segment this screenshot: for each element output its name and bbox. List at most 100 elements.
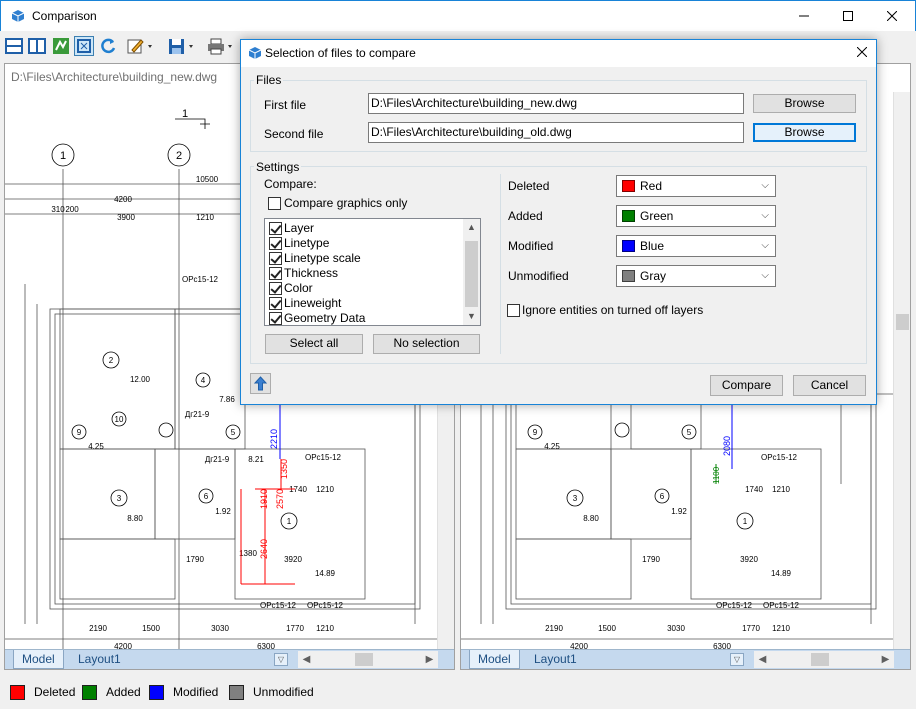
svg-text:1.92: 1.92 [671,507,687,516]
edit-dropdown-button[interactable] [126,36,156,56]
chevron-up-icon[interactable]: ▲ [463,219,480,236]
close-button[interactable] [869,1,915,32]
list-item[interactable]: Linetype scale [269,251,459,266]
lineweight-checkbox[interactable] [269,297,282,310]
list-item[interactable]: Geometry Data [269,311,459,325]
list-item-label: Lineweight [284,296,342,310]
files-group-label: Files [254,73,284,87]
unmodified-color-select[interactable]: Gray ⌵ [616,265,776,287]
split-vertical-icon [28,38,46,54]
svg-text:1910: 1910 [259,489,269,509]
right-vertical-scrollbar[interactable] [893,92,910,669]
compare-graphics-only-checkbox[interactable] [268,197,281,210]
list-item[interactable]: Lineweight [269,296,459,311]
compare-button[interactable] [51,36,71,56]
svg-text:1210: 1210 [316,624,334,633]
svg-text:4: 4 [201,376,206,385]
svg-text:ОРс15-12: ОРс15-12 [716,601,753,610]
tab-layout1[interactable]: Layout1 [70,650,129,669]
refresh-icon [101,38,116,54]
properties-list-scrollbar[interactable]: ▲ ▼ [463,219,480,325]
svg-text:7.86: 7.86 [219,395,235,404]
thickness-checkbox[interactable] [269,267,282,280]
tab-list-chevron-icon[interactable]: ▽ [274,653,288,666]
ignore-off-layers-checkbox[interactable] [507,304,520,317]
no-selection-button[interactable]: No selection [373,334,480,354]
svg-text:8.21: 8.21 [248,455,264,464]
compare-icon [53,38,69,54]
second-file-input[interactable]: D:\Files\Architecture\building_old.dwg [368,122,744,143]
window-title-bar: Comparison [0,0,916,31]
svg-text:1770: 1770 [286,624,304,633]
list-item[interactable]: Linetype [269,236,459,251]
select-all-button[interactable]: Select all [265,334,363,354]
chevron-down-icon: ⌵ [761,240,769,251]
svg-text:3920: 3920 [740,555,758,564]
svg-text:1790: 1790 [642,555,660,564]
added-color-select[interactable]: Green ⌵ [616,205,776,227]
svg-text:12.00: 12.00 [130,375,151,384]
list-item[interactable]: Layer [269,221,459,236]
geometry-data-checkbox[interactable] [269,312,282,325]
svg-text:4200: 4200 [114,195,132,204]
file-path-label: D:\Files\Architecture\building_new.dwg [11,70,218,84]
compare-properties-list[interactable]: Layer Linetype Linetype scale Thickness … [264,218,481,326]
legend-swatch-deleted [10,685,25,700]
modified-color-select[interactable]: Blue ⌵ [616,235,776,257]
grid-label: 2 [176,150,182,162]
svg-text:310: 310 [51,205,65,214]
color-checkbox[interactable] [269,282,282,295]
right-horizontal-scrollbar[interactable]: ◀ ▶ [754,651,894,668]
minimize-button[interactable] [781,1,827,32]
tab-model[interactable]: Model [13,650,64,669]
move-up-button[interactable] [250,373,271,394]
linetype-scale-checkbox[interactable] [269,252,282,265]
browse-first-file-button[interactable]: Browse [753,94,856,113]
deleted-color-select[interactable]: Red ⌵ [616,175,776,197]
svg-text:8.80: 8.80 [583,514,599,523]
browse-second-file-button[interactable]: Browse [753,123,856,142]
linetype-checkbox[interactable] [269,237,282,250]
tab-list-chevron-icon[interactable]: ▽ [730,653,744,666]
dialog-title: Selection of files to compare [265,46,416,60]
ignore-off-layers-label: Ignore entities on turned off layers [522,303,704,317]
layer-checkbox[interactable] [269,222,282,235]
svg-text:2210: 2210 [269,429,279,449]
svg-text:6: 6 [660,492,665,501]
svg-text:3: 3 [573,494,578,503]
list-item-label: Color [284,281,313,295]
tab-model[interactable]: Model [469,650,520,669]
list-item[interactable]: Color [269,281,459,296]
dialog-close-button[interactable] [854,44,870,61]
svg-text:9: 9 [533,428,538,437]
print-dropdown-button[interactable] [206,36,236,56]
cancel-button[interactable]: Cancel [793,375,866,396]
svg-text:10: 10 [115,415,124,424]
svg-text:2190: 2190 [545,624,563,633]
color-legend: Deleted Added Modified Unmodified [0,676,916,709]
svg-text:Дг21-9: Дг21-9 [185,410,210,419]
svg-text:10500: 10500 [196,175,219,184]
list-item-label: Thickness [284,266,339,280]
list-item[interactable]: Thickness [269,266,459,281]
svg-text:3920: 3920 [284,555,302,564]
list-item-label: Linetype scale [284,251,361,265]
split-horizontal-button[interactable] [4,36,24,56]
legend-label-added: Added [106,685,141,699]
split-vertical-button[interactable] [27,36,47,56]
chevron-down-icon[interactable]: ▼ [463,308,480,325]
svg-text:2570: 2570 [275,489,285,509]
refresh-button[interactable] [98,36,118,56]
legend-label-modified: Modified [173,685,219,699]
save-dropdown-button[interactable] [167,36,197,56]
svg-text:2640: 2640 [259,539,269,559]
color-swatch [622,270,635,282]
tab-layout1[interactable]: Layout1 [526,650,585,669]
sync-views-button[interactable] [74,36,94,56]
first-file-input[interactable]: D:\Files\Architecture\building_new.dwg [368,93,744,114]
split-horizontal-icon [5,38,23,54]
compare-button[interactable]: Compare [710,375,783,396]
left-horizontal-scrollbar[interactable]: ◀ ▶ [298,651,438,668]
maximize-button[interactable] [825,1,871,32]
svg-text:1740: 1740 [745,485,763,494]
